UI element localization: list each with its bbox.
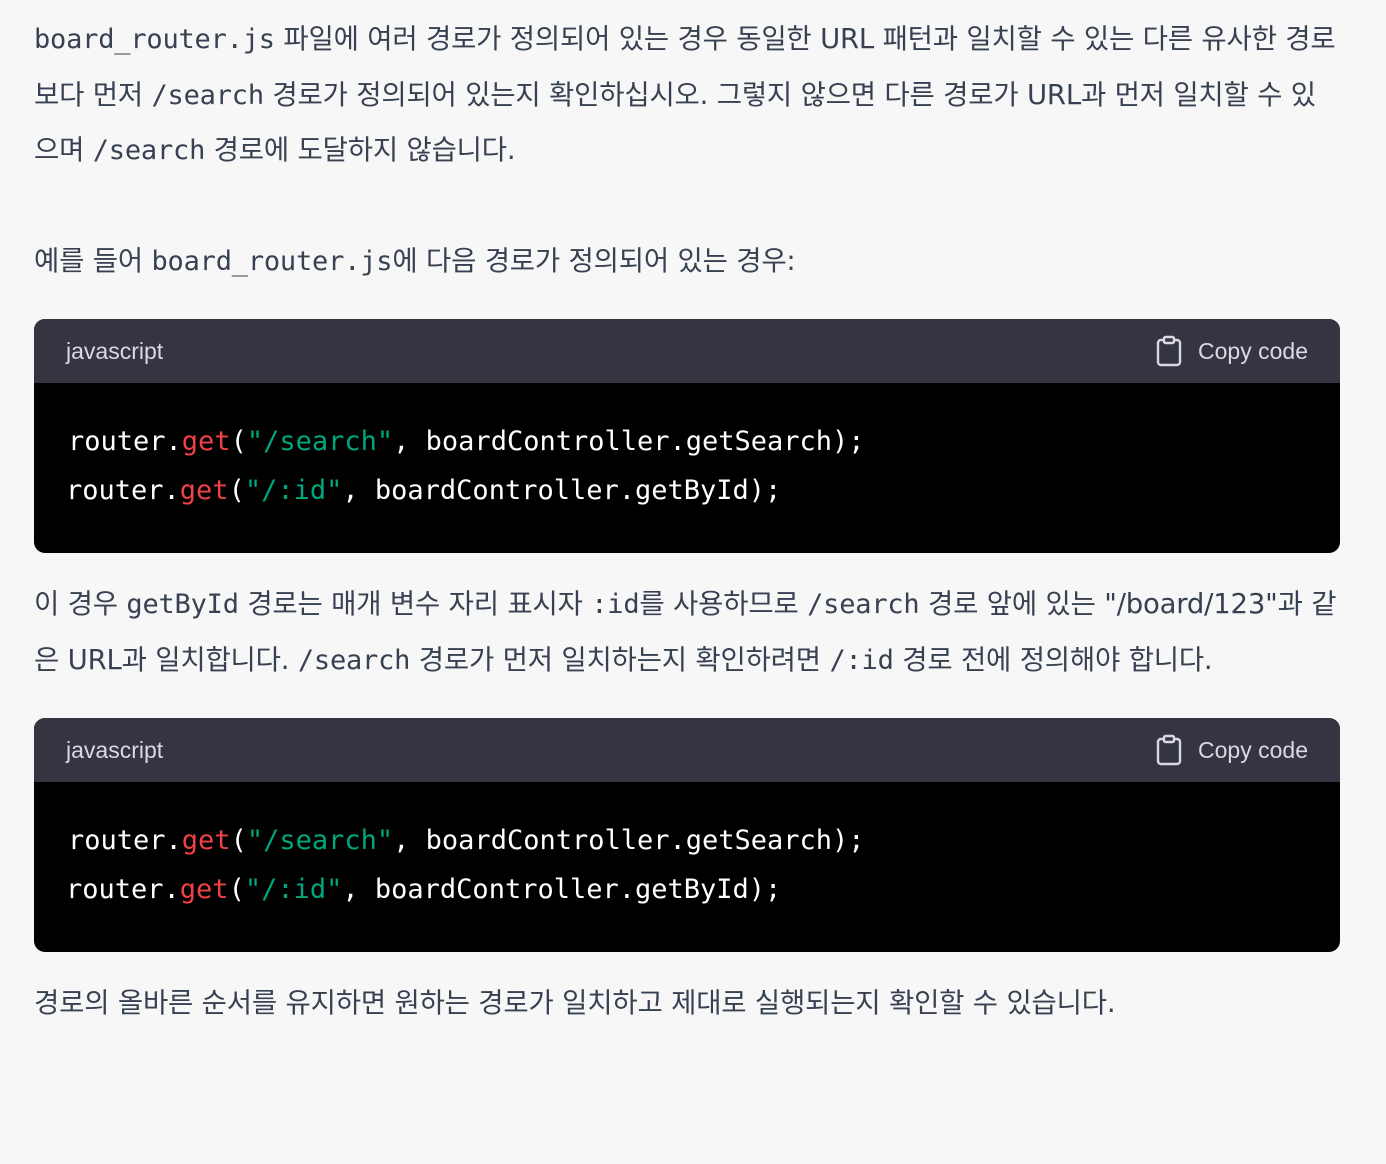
code-content: router.get("/search", boardController.ge… bbox=[34, 383, 1340, 553]
code-block-header: javascript Copy code bbox=[34, 319, 1340, 383]
code-token: router. bbox=[66, 874, 180, 905]
code-line: router.get("/search", boardController.ge… bbox=[66, 417, 1308, 466]
code-token: , boardController.getSearch); bbox=[393, 426, 865, 457]
copy-code-button[interactable]: Copy code bbox=[1154, 335, 1308, 367]
code-language-label: javascript bbox=[66, 337, 164, 364]
assistant-message: board_router.js 파일에 여러 경로가 정의되어 있는 경우 동일… bbox=[34, 12, 1340, 1032]
inline-code: /:id bbox=[829, 644, 894, 676]
code-block: javascript Copy code router.get("/search… bbox=[34, 718, 1340, 952]
code-token-function: get bbox=[181, 426, 231, 457]
copy-code-label: Copy code bbox=[1198, 337, 1308, 364]
inline-code: /search bbox=[807, 589, 920, 620]
text: 를 사용하므로 bbox=[639, 588, 808, 620]
text: 경로 전에 정의해야 합니다. bbox=[893, 643, 1213, 676]
code-token-string: "/:id" bbox=[244, 874, 343, 905]
code-token: router. bbox=[66, 475, 180, 506]
code-content: router.get("/search", boardController.ge… bbox=[34, 782, 1340, 952]
code-line: router.get("/search", boardController.ge… bbox=[66, 816, 1308, 865]
code-line: router.get("/:id", boardController.getBy… bbox=[66, 865, 1308, 914]
inline-code: /search bbox=[92, 135, 206, 166]
inline-code: board_router.js bbox=[34, 24, 275, 55]
text: 에 다음 경로가 정의되어 있는 경우: bbox=[392, 244, 796, 277]
text: 경로에 도달하지 않습니다. bbox=[205, 134, 516, 166]
copy-code-label: Copy code bbox=[1198, 736, 1308, 763]
text: 경로는 매개 변수 자리 표시자 bbox=[238, 588, 592, 620]
clipboard-icon bbox=[1154, 734, 1184, 766]
code-token: ( bbox=[230, 825, 247, 856]
code-token-string: "/:id" bbox=[244, 475, 343, 506]
inline-code: /search bbox=[151, 79, 264, 111]
inline-code: getById bbox=[126, 589, 239, 620]
text: 경로의 올바른 순서를 유지하면 원하는 경로가 일치하고 제대로 실행되는지 … bbox=[34, 987, 1116, 1019]
code-token: ( bbox=[228, 874, 245, 905]
text: 이 경우 bbox=[34, 588, 127, 620]
code-token-string: "/search" bbox=[246, 825, 394, 856]
code-token-function: get bbox=[179, 475, 229, 506]
code-token: ( bbox=[228, 475, 245, 506]
copy-code-button[interactable]: Copy code bbox=[1154, 734, 1308, 766]
code-token-function: get bbox=[179, 874, 229, 905]
code-token: ( bbox=[230, 426, 247, 457]
code-token: , boardController.getSearch); bbox=[393, 825, 865, 856]
code-token-string: "/search" bbox=[246, 426, 394, 457]
code-language-label: javascript bbox=[66, 736, 164, 763]
clipboard-icon bbox=[1154, 335, 1184, 367]
text: 예를 들어 bbox=[34, 244, 152, 277]
code-block-header: javascript Copy code bbox=[34, 718, 1340, 782]
code-block: javascript Copy code router.get("/search… bbox=[34, 319, 1340, 553]
paragraph-example: 예를 들어 board_router.js에 다음 경로가 정의되어 있는 경우… bbox=[34, 234, 1340, 290]
paragraph-intro: board_router.js 파일에 여러 경로가 정의되어 있는 경우 동일… bbox=[34, 12, 1340, 179]
code-token: , boardController.getById); bbox=[342, 475, 782, 506]
inline-code: :id bbox=[591, 589, 640, 620]
paragraph-explanation: 이 경우 getById 경로는 매개 변수 자리 표시자 :id를 사용하므로… bbox=[34, 577, 1340, 688]
code-token: , boardController.getById); bbox=[342, 874, 782, 905]
code-token-function: get bbox=[181, 825, 231, 856]
paragraph-conclusion: 경로의 올바른 순서를 유지하면 원하는 경로가 일치하고 제대로 실행되는지 … bbox=[34, 976, 1340, 1032]
code-token: router. bbox=[68, 426, 182, 457]
code-token: router. bbox=[68, 825, 182, 856]
code-line: router.get("/:id", boardController.getBy… bbox=[66, 466, 1308, 515]
text: 경로가 먼저 일치하는지 확인하려면 bbox=[410, 643, 830, 676]
inline-code: board_router.js bbox=[151, 245, 393, 277]
inline-code: /search bbox=[297, 644, 411, 676]
